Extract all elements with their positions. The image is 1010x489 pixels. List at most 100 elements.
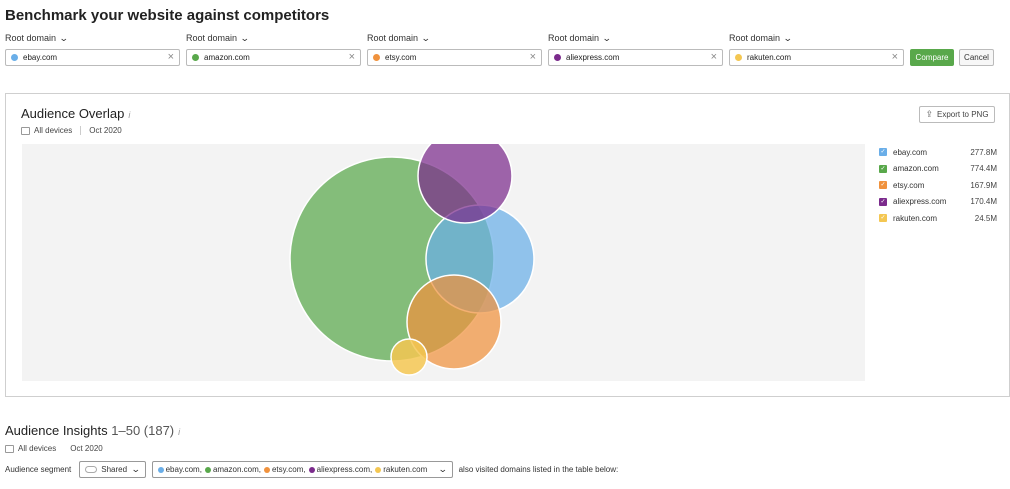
separator: , [258, 465, 261, 474]
domain-column-5: Root domain ⌄ rakuten.com × [729, 31, 904, 66]
root-domain-dropdown-4[interactable]: Root domain ⌄ [548, 31, 723, 45]
chevron-down-icon: ⌄ [437, 464, 448, 474]
segment-suffix-text: also visited domains listed in the table… [458, 465, 619, 474]
root-domain-label: Root domain [367, 33, 419, 43]
color-dot [263, 466, 270, 473]
legend-row-amazon[interactable]: ✓ amazon.com 774.4M [879, 161, 997, 178]
chevron-down-icon: ⌄ [130, 464, 141, 474]
rakuten-color-dot [735, 54, 742, 61]
legend-name: rakuten.com [893, 213, 938, 223]
domain-input-rakuten[interactable]: rakuten.com × [729, 49, 904, 66]
domain-value: ebay.com [23, 53, 58, 62]
separator: , [303, 465, 306, 474]
legend-row-etsy[interactable]: ✓ etsy.com 167.9M [879, 177, 997, 194]
root-domain-dropdown-1[interactable]: Root domain ⌄ [5, 31, 180, 45]
venn-diagram [22, 128, 865, 381]
legend-row-rakuten[interactable]: ✓ rakuten.com 24.5M [879, 210, 997, 227]
page-title: Benchmark your website against competito… [5, 7, 330, 24]
devices-icon [21, 126, 30, 135]
overlap-legend: ✓ ebay.com 277.8M ✓ amazon.com 774.4M ✓ … [879, 144, 997, 227]
domain-chip: rakuten.com [375, 465, 427, 474]
clear-icon[interactable]: × [168, 52, 174, 63]
chevron-down-icon: ⌄ [420, 32, 431, 43]
domain-value: rakuten.com [747, 53, 792, 62]
domain-column-1: Root domain ⌄ ebay.com × [5, 31, 180, 66]
domain-chip-label: amazon.com [212, 465, 259, 474]
domain-input-ebay[interactable]: ebay.com × [5, 49, 180, 66]
root-domain-dropdown-5[interactable]: Root domain ⌄ [729, 31, 904, 45]
venn-svg [289, 128, 535, 376]
legend-name: aliexpress.com [893, 197, 947, 207]
domain-chip-label: aliexpress.com [316, 465, 370, 474]
audience-segment-row: Audience segment Shared ⌄ ebay.com, amaz… [5, 461, 618, 478]
legend-value: 24.5M [974, 213, 997, 223]
domain-value: aliexpress.com [566, 53, 620, 62]
insights-title-text: Audience Insights [5, 423, 108, 438]
root-domain-dropdown-3[interactable]: Root domain ⌄ [367, 31, 542, 45]
device-filter[interactable]: All devices [18, 444, 56, 453]
audience-overlap-panel: Audience Overlap i All devices Oct 2020 ⇪… [5, 93, 1010, 397]
clear-icon[interactable]: × [892, 52, 898, 63]
domain-column-2: Root domain ⌄ amazon.com × [186, 31, 361, 66]
divider [80, 126, 82, 135]
checkbox-icon[interactable]: ✓ [879, 214, 887, 223]
color-dot [204, 466, 211, 473]
clear-icon[interactable]: × [530, 52, 536, 63]
domain-chip-label: rakuten.com [383, 465, 428, 474]
legend-row-aliexpress[interactable]: ✓ aliexpress.com 170.4M [879, 194, 997, 211]
root-domain-dropdown-2[interactable]: Root domain ⌄ [186, 31, 361, 45]
aliexpress-color-dot [554, 54, 561, 61]
domains-select[interactable]: ebay.com, amazon.com, etsy.com, aliexpre… [151, 461, 453, 478]
domain-input-amazon[interactable]: amazon.com × [186, 49, 361, 66]
ebay-color-dot [11, 54, 18, 61]
legend-name: amazon.com [893, 164, 939, 174]
legend-name: etsy.com [893, 180, 925, 190]
chevron-down-icon: ⌄ [239, 32, 250, 43]
domain-chip-label: ebay.com [165, 465, 200, 474]
info-icon[interactable]: i [178, 427, 180, 437]
chevron-down-icon: ⌄ [782, 32, 793, 43]
root-domain-label: Root domain [729, 33, 781, 43]
domain-chip: etsy.com, [263, 465, 309, 474]
insights-meta: All devices Oct 2020 [5, 444, 103, 453]
audience-overlap-title: Audience Overlap i [21, 106, 130, 121]
color-dot [157, 466, 164, 473]
domain-input-etsy[interactable]: etsy.com × [367, 49, 542, 66]
segment-select[interactable]: Shared ⌄ [79, 461, 146, 478]
legend-value: 277.8M [970, 147, 997, 157]
audience-insights-title: Audience Insights 1–50 (187) i [5, 423, 180, 438]
legend-name: ebay.com [893, 147, 928, 157]
info-icon[interactable]: i [128, 110, 130, 120]
legend-row-ebay[interactable]: ✓ ebay.com 277.8M [879, 144, 997, 161]
cancel-button[interactable]: Cancel [959, 49, 994, 66]
domain-value: etsy.com [385, 53, 417, 62]
root-domain-label: Root domain [5, 33, 57, 43]
chevron-down-icon: ⌄ [58, 32, 69, 43]
separator: , [199, 465, 202, 474]
checkbox-icon[interactable]: ✓ [879, 164, 887, 173]
legend-value: 170.4M [970, 197, 997, 207]
domain-chip: amazon.com, [204, 465, 264, 474]
device-filter[interactable]: All devices [34, 126, 72, 135]
domain-chip-label: etsy.com [271, 465, 304, 474]
color-dot [308, 466, 315, 473]
domain-chip: ebay.com, [157, 465, 205, 474]
chevron-down-icon: ⌄ [601, 32, 612, 43]
clear-icon[interactable]: × [349, 52, 355, 63]
etsy-color-dot [373, 54, 380, 61]
venn-circle-rakuten[interactable] [390, 338, 428, 376]
clear-icon[interactable]: × [711, 52, 717, 63]
legend-value: 167.9M [970, 180, 997, 190]
date-label: Oct 2020 [89, 126, 122, 135]
checkbox-icon[interactable]: ✓ [879, 197, 887, 206]
domain-input-aliexpress[interactable]: aliexpress.com × [548, 49, 723, 66]
insights-range: 1–50 (187) [111, 423, 175, 438]
checkbox-icon[interactable]: ✓ [879, 148, 887, 157]
export-png-button[interactable]: ⇪ Export to PNG [919, 106, 995, 123]
domain-value: amazon.com [204, 53, 250, 62]
checkbox-icon[interactable]: ✓ [879, 181, 887, 190]
export-label: Export to PNG [936, 110, 989, 119]
compare-button[interactable]: Compare [910, 49, 954, 66]
separator: , [369, 465, 373, 474]
domain-column-3: Root domain ⌄ etsy.com × [367, 31, 542, 66]
